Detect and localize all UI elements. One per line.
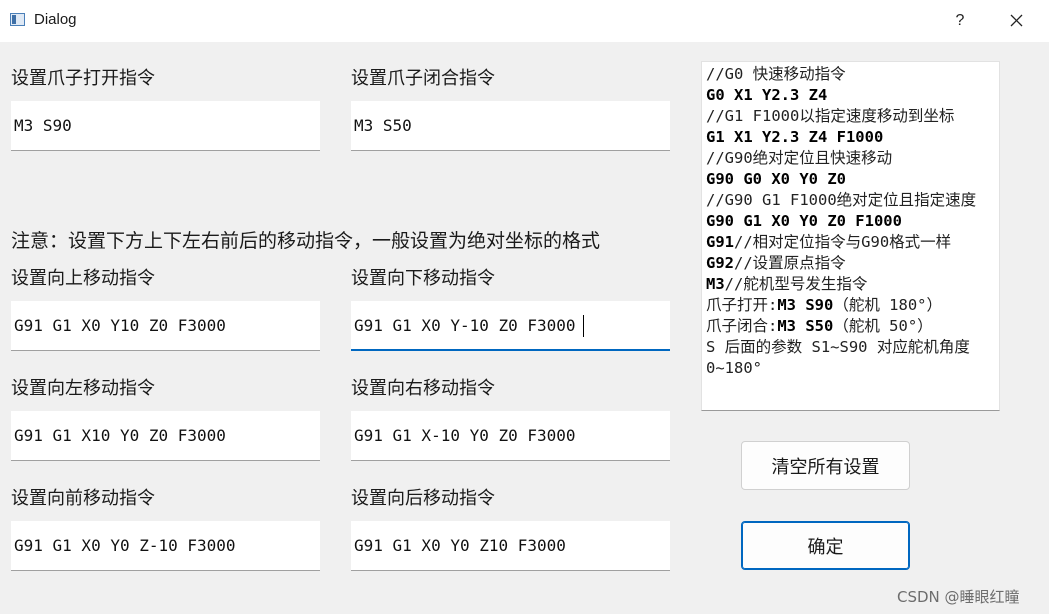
forward-label: 设置向前移动指令: [11, 488, 155, 509]
up-input[interactable]: [11, 301, 320, 351]
help-line: //G90绝对定位且快速移动: [706, 149, 893, 167]
note-text: 注意：设置下方上下左右前后的移动指令，一般设置为绝对坐标的格式: [11, 230, 601, 252]
watermark: CSDN @睡眼红瞳: [897, 588, 1020, 606]
claw-open-label: 设置爪子打开指令: [11, 68, 155, 89]
backward-input[interactable]: [351, 521, 670, 571]
help-line: 0~180°: [706, 359, 762, 377]
forward-input[interactable]: [11, 521, 320, 571]
right-label: 设置向右移动指令: [351, 378, 495, 399]
help-text: （舵机 50°）: [833, 317, 933, 335]
help-code: G91: [706, 233, 734, 251]
title-bar: Dialog ?: [0, 0, 1049, 42]
clear-all-button[interactable]: 清空所有设置: [741, 441, 910, 490]
claw-open-input[interactable]: [11, 101, 320, 151]
help-text: 爪子打开:: [706, 296, 778, 314]
help-text: 爪子闭合:: [706, 317, 778, 335]
up-label: 设置向上移动指令: [11, 268, 155, 289]
down-input[interactable]: [351, 301, 670, 351]
left-label: 设置向左移动指令: [11, 378, 155, 399]
help-button[interactable]: ?: [948, 8, 972, 34]
help-line: //G0 快速移动指令: [706, 65, 846, 83]
help-comment: //舵机型号发生指令: [724, 275, 868, 293]
gcode-help-panel[interactable]: //G0 快速移动指令 G0 X1 Y2.3 Z4 //G1 F1000以指定速…: [701, 61, 1000, 411]
help-line: S 后面的参数 S1~S90 对应舵机角度: [706, 338, 970, 356]
ok-button[interactable]: 确定: [741, 521, 910, 570]
claw-close-input[interactable]: [351, 101, 670, 151]
help-code: M3 S50: [777, 317, 834, 335]
text-caret: [583, 315, 584, 337]
help-code: G90 G1 X0 Y0 Z0 F1000: [706, 212, 902, 230]
right-input[interactable]: [351, 411, 670, 461]
backward-label: 设置向后移动指令: [351, 488, 495, 509]
help-text: （舵机 180°）: [833, 296, 943, 314]
help-code: G90 G0 X0 Y0 Z0: [706, 170, 846, 188]
dialog-window-icon: [10, 13, 25, 26]
help-code: G0 X1 Y2.3 Z4: [706, 86, 828, 104]
help-code: M3: [706, 275, 725, 293]
help-line: //G90 G1 F1000绝对定位且指定速度: [706, 191, 977, 209]
help-code: G1 X1 Y2.3 Z4 F1000: [706, 128, 884, 146]
claw-close-label: 设置爪子闭合指令: [351, 68, 495, 89]
help-comment: //相对定位指令与G90格式一样: [734, 233, 952, 251]
close-icon: [1010, 14, 1023, 27]
left-input[interactable]: [11, 411, 320, 461]
help-code: M3 S90: [777, 296, 834, 314]
window-title: Dialog: [34, 11, 77, 28]
close-button[interactable]: [1004, 10, 1028, 32]
help-line: //G1 F1000以指定速度移动到坐标: [706, 107, 955, 125]
help-comment: //设置原点指令: [734, 254, 846, 272]
help-code: G92: [706, 254, 734, 272]
down-label: 设置向下移动指令: [351, 268, 495, 289]
